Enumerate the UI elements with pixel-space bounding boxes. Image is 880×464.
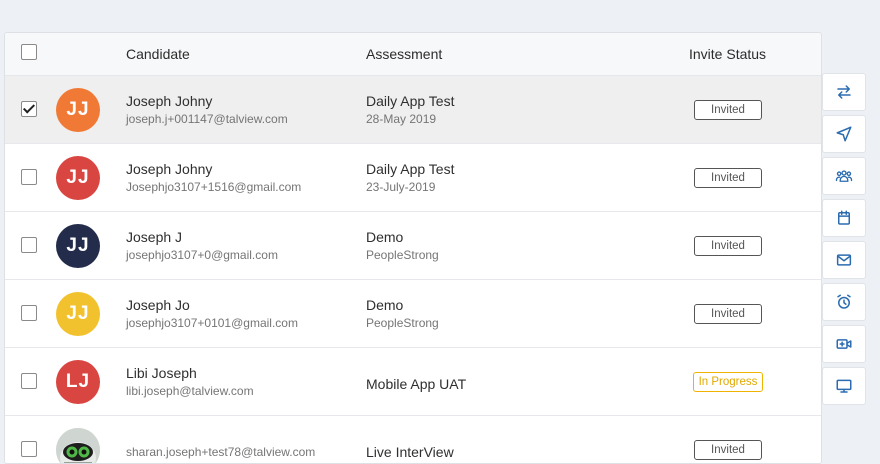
table-row[interactable]: JJ Joseph Jo josephjo3107+0101@gmail.com… — [5, 280, 821, 348]
swap-button[interactable] — [822, 73, 866, 111]
candidate-table: Candidate Assessment Invite Status JJ Jo… — [4, 32, 822, 464]
status-badge: Invited — [694, 440, 762, 460]
candidate-name[interactable]: Joseph Johny — [126, 93, 212, 109]
status-badge: Invited — [694, 168, 762, 188]
column-invite-status[interactable]: Invite Status — [689, 46, 766, 62]
status-badge: Invited — [694, 304, 762, 324]
add-video-button[interactable] — [822, 325, 866, 363]
organization-name: PeopleStrong — [366, 316, 439, 330]
row-checkbox[interactable] — [21, 101, 37, 117]
table-row[interactable]: LJ Libi Joseph libi.joseph@talview.com M… — [5, 348, 821, 416]
avatar: LJ — [56, 360, 100, 404]
candidate-email: sharan.joseph+test78@talview.com — [126, 445, 316, 459]
candidate-email: joseph.j+001147@talview.com — [126, 112, 288, 126]
status-badge: In Progress — [693, 372, 763, 392]
assessment-name[interactable]: Daily App Test — [366, 93, 454, 109]
send-invite-button[interactable] — [822, 115, 866, 153]
assessment-name[interactable]: Demo — [366, 229, 403, 245]
avatar: JJ — [56, 292, 100, 336]
avatar-photo — [56, 428, 100, 463]
group-button[interactable] — [822, 157, 866, 195]
group-icon — [835, 170, 853, 182]
table-header: Candidate Assessment Invite Status — [5, 33, 821, 76]
table-row[interactable]: JJ Joseph J josephjo3107+0@gmail.com Dem… — [5, 212, 821, 280]
assessment-date: 28-May 2019 — [366, 112, 437, 126]
candidate-name[interactable]: Joseph Jo — [126, 297, 190, 313]
candidate-name[interactable]: Joseph J — [126, 229, 182, 245]
status-badge: Invited — [694, 236, 762, 256]
monitor-button[interactable] — [822, 367, 866, 405]
candidate-name[interactable]: Joseph Johny — [126, 161, 212, 177]
table-row[interactable]: sharan.joseph+test78@talview.com Live In… — [5, 416, 821, 463]
reminder-button[interactable] — [822, 283, 866, 321]
assessment-name[interactable]: Mobile App UAT — [366, 376, 466, 392]
email-button[interactable] — [822, 241, 866, 279]
row-checkbox[interactable] — [21, 237, 37, 253]
candidate-email: Josephjo3107+1516@gmail.com — [126, 180, 302, 194]
mail-icon — [836, 254, 852, 266]
assessment-date: 23-July-2019 — [366, 180, 436, 194]
row-checkbox[interactable] — [21, 373, 37, 389]
robot-avatar-icon — [56, 428, 100, 463]
monitor-icon — [836, 379, 852, 393]
status-badge: Invited — [694, 100, 762, 120]
avatar: JJ — [56, 156, 100, 200]
select-all-checkbox[interactable] — [21, 44, 37, 60]
candidate-email: libi.joseph@talview.com — [126, 384, 254, 398]
candidate-email: josephjo3107+0@gmail.com — [126, 248, 278, 262]
candidate-email: josephjo3107+0101@gmail.com — [126, 316, 298, 330]
table-row[interactable]: JJ Joseph Johny joseph.j+001147@talview.… — [5, 76, 821, 144]
video-add-icon — [836, 339, 852, 349]
action-sidebar — [822, 73, 867, 409]
alarm-clock-icon — [837, 294, 851, 309]
send-icon — [836, 126, 852, 142]
organization-name: PeopleStrong — [366, 248, 439, 262]
swap-icon — [837, 85, 851, 99]
avatar: JJ — [56, 224, 100, 268]
row-checkbox[interactable] — [21, 305, 37, 321]
row-checkbox[interactable] — [21, 169, 37, 185]
calendar-icon — [838, 210, 850, 225]
assessment-name[interactable]: Demo — [366, 297, 403, 313]
assessment-name[interactable]: Daily App Test — [366, 161, 454, 177]
row-checkbox[interactable] — [21, 441, 37, 457]
schedule-button[interactable] — [822, 199, 866, 237]
avatar: JJ — [56, 88, 100, 132]
table-row[interactable]: JJ Joseph Johny Josephjo3107+1516@gmail.… — [5, 144, 821, 212]
column-candidate[interactable]: Candidate — [126, 46, 190, 62]
column-assessment[interactable]: Assessment — [366, 46, 442, 62]
candidate-name[interactable]: Libi Joseph — [126, 365, 197, 381]
